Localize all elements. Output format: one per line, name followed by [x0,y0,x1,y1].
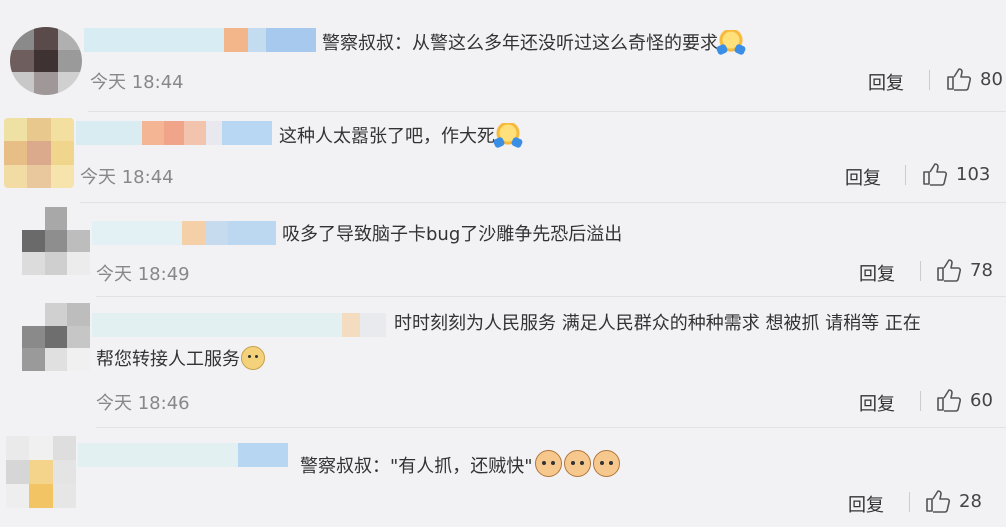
comment-text: 警察叔叔：从警这么多年还没听过这么奇怪的要求 [322,29,743,59]
like-count: 78 [970,259,993,281]
like-count: 80 [980,68,1003,90]
avatar[interactable] [10,27,82,95]
reply-button[interactable]: 回复 [859,390,895,416]
comment-divider [96,427,1006,428]
comment-text-continued: 帮您转接人工服务 [96,345,265,375]
username-pixelated[interactable] [92,221,276,245]
comment-text-line: 吸多了导致脑子卡bug了沙雕争先恐后溢出 [282,224,623,245]
like-button[interactable]: 80 [946,67,1003,91]
avatar[interactable] [22,207,90,275]
action-separator [909,492,910,512]
username-pixelated[interactable] [76,121,272,145]
reply-button[interactable]: 回复 [845,164,881,190]
cat-emoji-icon [592,450,620,477]
reply-button[interactable]: 回复 [868,69,904,95]
cat-emoji-icon [534,450,562,477]
like-count: 103 [956,163,991,185]
doge-emoji-icon [241,346,265,370]
cat-emoji-icon [563,450,591,477]
blush-emoji-icon [496,123,520,147]
action-separator [929,70,930,90]
avatar[interactable] [4,118,74,188]
comment-text: 吸多了导致脑子卡bug了沙雕争先恐后溢出 [282,220,622,250]
action-separator [905,165,906,185]
comment-text-line: 警察叔叔："有人抓，还贼快" [300,456,533,477]
thumbs-up-icon [926,490,951,513]
comment-text: 时时刻刻为人民服务 满足人民群众的种种需求 想被抓 请稍等 正在 [394,309,994,339]
comment-divider [80,202,1006,203]
comment-divider [96,296,1006,297]
username-pixelated[interactable] [92,313,386,337]
username-pixelated[interactable] [84,28,316,52]
username-pixelated[interactable] [78,443,288,467]
comment-time: 今天 18:44 [90,72,184,93]
reply-button[interactable]: 回复 [859,260,895,286]
comment-text-line: 这种人太嚣张了吧，作大死 [279,126,495,147]
like-button[interactable]: 60 [936,388,993,412]
like-button[interactable]: 78 [936,258,993,282]
thumbs-up-icon [937,259,962,282]
comment-text-line: 时时刻刻为人民服务 满足人民群众的种种需求 想被抓 请稍等 正在 [394,313,921,334]
like-count: 60 [970,389,993,411]
comment-divider [88,111,1006,112]
action-separator [920,391,921,411]
action-separator [920,261,921,281]
comment-time: 今天 18:46 [96,393,190,414]
thumbs-up-icon [947,68,972,91]
avatar[interactable] [6,436,76,508]
thumbs-up-icon [923,163,948,186]
like-count: 28 [959,490,982,512]
thumbs-up-icon [937,389,962,412]
comment-text-line: 警察叔叔：从警这么多年还没听过这么奇怪的要求 [322,33,718,54]
comment-time: 今天 18:49 [96,264,190,285]
comment-text: 警察叔叔："有人抓，还贼快" [300,450,620,482]
comment-text: 这种人太嚣张了吧，作大死 [279,122,520,152]
like-button[interactable]: 28 [925,489,982,513]
avatar[interactable] [22,303,90,371]
like-button[interactable]: 103 [922,162,990,186]
blush-emoji-icon [719,30,743,54]
comment-text-line: 帮您转接人工服务 [96,349,240,370]
comment-time: 今天 18:44 [80,167,174,188]
reply-button[interactable]: 回复 [848,491,884,517]
